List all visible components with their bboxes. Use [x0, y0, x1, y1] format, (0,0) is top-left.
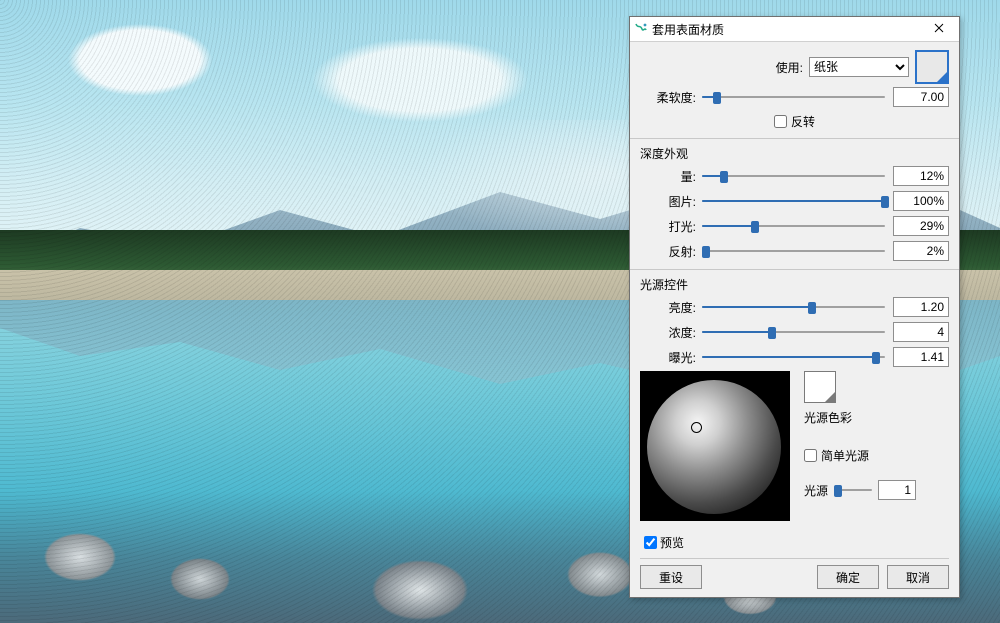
- reflect-label: 反射:: [640, 243, 702, 260]
- light-count-label: 光源: [804, 482, 828, 499]
- close-icon: [934, 22, 944, 36]
- picture-label: 图片:: [640, 193, 702, 210]
- sphere-ball: [647, 380, 781, 514]
- use-label: 使用:: [776, 59, 809, 76]
- brightness-slider[interactable]: [702, 298, 885, 316]
- exposure-value[interactable]: 1.41: [893, 347, 949, 367]
- brightness-label: 亮度:: [640, 299, 702, 316]
- conc-slider[interactable]: [702, 323, 885, 341]
- light-count-value[interactable]: 1: [878, 480, 916, 500]
- shine-value[interactable]: 29%: [893, 216, 949, 236]
- reflect-value[interactable]: 2%: [893, 241, 949, 261]
- conc-label: 浓度:: [640, 324, 702, 341]
- exposure-label: 曝光:: [640, 349, 702, 366]
- dialog-title: 套用表面材质: [652, 21, 919, 38]
- use-combo[interactable]: 纸张: [809, 57, 909, 77]
- depth-section-label: 深度外观: [640, 145, 949, 162]
- close-button[interactable]: [919, 17, 959, 41]
- invert-checkbox[interactable]: [774, 115, 787, 128]
- light-count-slider[interactable]: [834, 481, 872, 499]
- picture-value[interactable]: 100%: [893, 191, 949, 211]
- amount-value[interactable]: 12%: [893, 166, 949, 186]
- picture-slider[interactable]: [702, 192, 885, 210]
- light-color-label: 光源色彩: [804, 409, 916, 426]
- softness-value[interactable]: 7.00: [893, 87, 949, 107]
- cancel-button[interactable]: 取消: [887, 565, 949, 589]
- preview-label: 预览: [660, 534, 684, 551]
- softness-label: 柔软度:: [640, 89, 702, 106]
- texture-swatch-button[interactable]: [915, 50, 949, 84]
- simple-light-label: 简单光源: [821, 447, 869, 464]
- app-icon: [634, 22, 648, 36]
- invert-label: 反转: [791, 113, 815, 130]
- simple-light-checkbox[interactable]: [804, 449, 817, 462]
- titlebar[interactable]: 套用表面材质: [630, 17, 959, 42]
- light-section-label: 光源控件: [640, 276, 949, 293]
- light-direction-sphere[interactable]: [640, 371, 790, 521]
- shine-slider[interactable]: [702, 217, 885, 235]
- softness-slider[interactable]: [702, 88, 885, 106]
- surface-texture-dialog: 套用表面材质 使用: 纸张 柔软度: 7.00 反转: [629, 16, 960, 598]
- reflect-slider[interactable]: [702, 242, 885, 260]
- preview-checkbox[interactable]: [644, 536, 657, 549]
- light-hotspot-icon[interactable]: [691, 422, 702, 433]
- brightness-value[interactable]: 1.20: [893, 297, 949, 317]
- shine-label: 打光:: [640, 218, 702, 235]
- exposure-slider[interactable]: [702, 348, 885, 366]
- ok-button[interactable]: 确定: [817, 565, 879, 589]
- amount-label: 量:: [640, 168, 702, 185]
- light-color-swatch[interactable]: [804, 371, 836, 403]
- reset-button[interactable]: 重设: [640, 565, 702, 589]
- amount-slider[interactable]: [702, 167, 885, 185]
- conc-value[interactable]: 4: [893, 322, 949, 342]
